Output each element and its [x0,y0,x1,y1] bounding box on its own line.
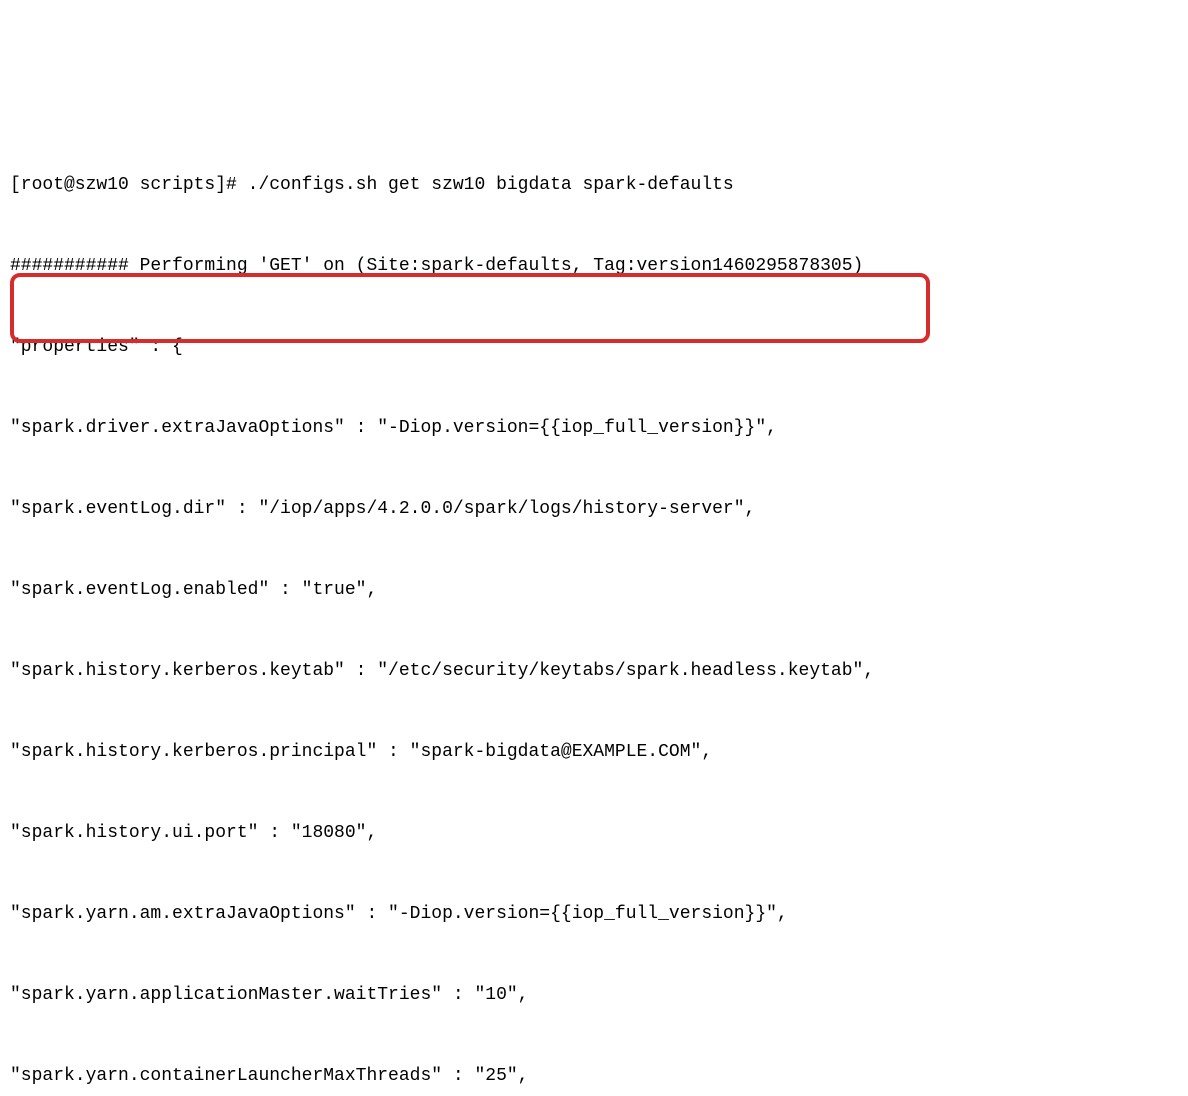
terminal-line: ########### Performing 'GET' on (Site:sp… [10,253,1178,280]
terminal-line: "spark.eventLog.enabled" : "true", [10,577,1178,604]
terminal-line: "properties" : { [10,334,1178,361]
terminal-output: [root@szw10 scripts]# ./configs.sh get s… [10,118,1178,1096]
highlight-rectangle [10,273,930,343]
terminal-line: "spark.history.ui.port" : "18080", [10,820,1178,847]
terminal-line: "spark.history.kerberos.keytab" : "/etc/… [10,658,1178,685]
terminal-line: "spark.driver.extraJavaOptions" : "-Diop… [10,415,1178,442]
terminal-line: "spark.history.kerberos.principal" : "sp… [10,739,1178,766]
terminal-line: [root@szw10 scripts]# ./configs.sh get s… [10,172,1178,199]
terminal-line: "spark.yarn.am.extraJavaOptions" : "-Dio… [10,901,1178,928]
terminal-line: "spark.yarn.applicationMaster.waitTries"… [10,982,1178,1009]
terminal-line: "spark.eventLog.dir" : "/iop/apps/4.2.0.… [10,496,1178,523]
terminal-line: "spark.yarn.containerLauncherMaxThreads"… [10,1063,1178,1090]
